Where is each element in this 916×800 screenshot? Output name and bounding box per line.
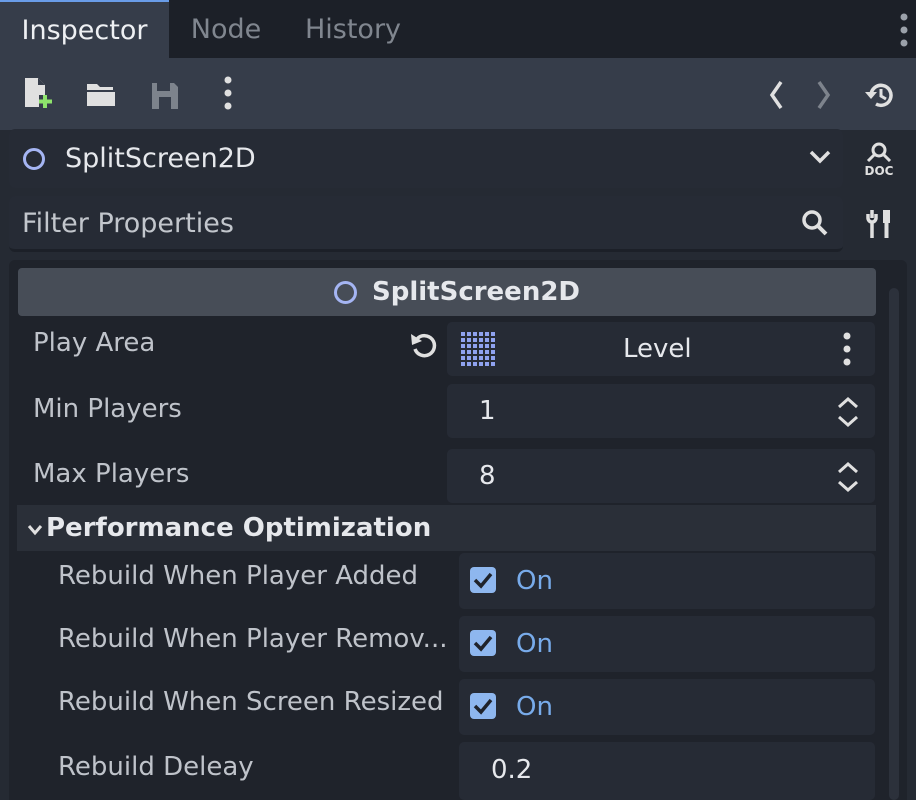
- stepper-icon[interactable]: [837, 461, 859, 500]
- checkbox-checked-icon[interactable]: [470, 693, 496, 719]
- checkbox-checked-icon[interactable]: [470, 567, 496, 593]
- node-icon: [334, 281, 357, 304]
- tab-node[interactable]: Node: [174, 0, 278, 58]
- rebuild-player-removed-toggle[interactable]: On: [459, 616, 875, 672]
- open-folder-icon[interactable]: [85, 80, 117, 112]
- min-players-value: 1: [479, 396, 496, 426]
- svg-text:DOC: DOC: [865, 164, 894, 177]
- more-icon[interactable]: [841, 332, 853, 373]
- inspector-panel: Inspector Node History SplitScreen2D DOC…: [0, 0, 916, 800]
- property-label: Min Players: [33, 394, 182, 424]
- max-players-value: 8: [479, 461, 496, 491]
- scrollbar[interactable]: [889, 288, 899, 800]
- property-row-min-players: Min Players 1: [9, 384, 879, 440]
- toggle-value: On: [516, 629, 553, 659]
- section-title: Performance Optimization: [46, 513, 432, 543]
- class-header: SplitScreen2D: [18, 268, 876, 316]
- dock-tab-bar: Inspector Node History: [0, 0, 916, 58]
- rebuild-player-added-toggle[interactable]: On: [459, 553, 875, 609]
- property-row-rebuild-screen-resized: Rebuild When Screen Resized On: [9, 679, 879, 737]
- property-row-rebuild-player-added: Rebuild When Player Added On: [9, 553, 879, 611]
- toggle-value: On: [516, 566, 553, 596]
- min-players-spinbox[interactable]: 1: [447, 384, 875, 438]
- save-icon[interactable]: [150, 81, 180, 115]
- forward-icon[interactable]: [816, 80, 832, 114]
- rebuild-delay-value: 0.2: [491, 755, 533, 785]
- chevron-down-icon: [27, 521, 43, 540]
- property-row-max-players: Max Players 8: [9, 449, 879, 505]
- back-icon[interactable]: [768, 80, 784, 114]
- max-players-spinbox[interactable]: 8: [447, 449, 875, 503]
- search-icon: [801, 209, 829, 241]
- grid-map-icon: [461, 332, 497, 373]
- property-label: Rebuild When Screen Resized: [58, 687, 444, 717]
- dock-menu-icon[interactable]: [898, 13, 910, 47]
- chevron-down-icon[interactable]: [809, 149, 831, 169]
- revert-icon[interactable]: [409, 330, 439, 364]
- object-selector[interactable]: SplitScreen2D: [9, 129, 843, 188]
- filter-properties-field[interactable]: Filter Properties: [9, 196, 843, 252]
- class-title: SplitScreen2D: [372, 277, 580, 307]
- object-name: SplitScreen2D: [65, 143, 256, 174]
- history-icon[interactable]: [864, 80, 896, 114]
- play-area-text: Level: [623, 334, 692, 364]
- more-icon[interactable]: [222, 75, 234, 115]
- tab-inspector[interactable]: Inspector: [0, 0, 169, 58]
- new-resource-icon[interactable]: [22, 76, 54, 114]
- filter-placeholder: Filter Properties: [22, 208, 234, 239]
- checkbox-checked-icon[interactable]: [470, 630, 496, 656]
- doc-icon[interactable]: DOC: [862, 141, 896, 181]
- node-icon: [23, 148, 45, 170]
- property-label: Max Players: [33, 459, 190, 489]
- property-label: Rebuild When Player Remov...: [58, 624, 448, 654]
- property-label: Play Area: [33, 328, 156, 358]
- section-performance-optimization[interactable]: Performance Optimization: [17, 505, 876, 551]
- rebuild-screen-resized-toggle[interactable]: On: [459, 679, 875, 735]
- rebuild-delay-field[interactable]: 0.2: [459, 742, 875, 800]
- property-label: Rebuild When Player Added: [58, 561, 419, 591]
- property-row-rebuild-delay: Rebuild Deleay 0.2: [9, 742, 879, 800]
- property-row-play-area: Play Area Level: [9, 320, 879, 380]
- tools-icon[interactable]: [866, 208, 894, 244]
- play-area-value[interactable]: Level: [447, 322, 875, 376]
- property-label: Rebuild Deleay: [58, 752, 254, 782]
- property-row-rebuild-player-removed: Rebuild When Player Remov... On: [9, 616, 879, 674]
- tab-history[interactable]: History: [292, 0, 414, 58]
- stepper-icon[interactable]: [837, 396, 859, 435]
- inspector-toolbar: [0, 58, 916, 130]
- property-list: SplitScreen2D Play Area Level Min Player…: [9, 260, 907, 800]
- toggle-value: On: [516, 692, 553, 722]
